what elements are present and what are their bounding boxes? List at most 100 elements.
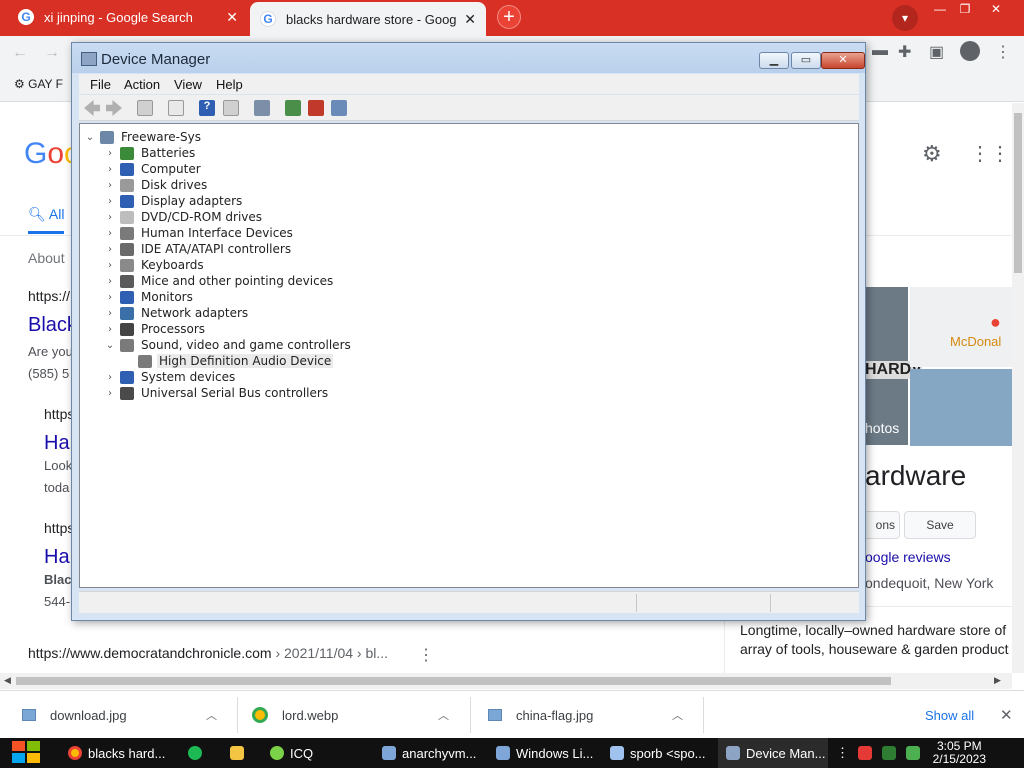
window-title-bar[interactable]: Device Manager ▁ ▭ ✕ <box>72 43 865 73</box>
uninstall-device-icon[interactable] <box>308 100 324 116</box>
save-button[interactable]: Save <box>904 511 976 539</box>
chevron-right-icon[interactable]: › <box>102 212 118 223</box>
settings-gear-icon[interactable]: ⚙ <box>922 141 942 167</box>
tree-category-item[interactable]: › Mice and other pointing devices <box>102 273 335 289</box>
map-thumbnail[interactable]: ● McDonal <box>910 287 1012 367</box>
taskbar-icq[interactable]: ICQ <box>262 738 362 768</box>
chevron-right-icon[interactable]: › <box>102 308 118 319</box>
result-url[interactable]: https:// <box>28 288 70 304</box>
help-icon[interactable]: ? <box>199 100 215 116</box>
flag-extension-icon[interactable]: ▬ <box>872 42 888 60</box>
tab-all[interactable]: 🔍︎ All <box>28 206 64 223</box>
chevron-up-icon[interactable]: ︿ <box>438 707 449 723</box>
browser-restore-button[interactable]: ❐ <box>951 0 979 18</box>
extensions-puzzle-icon[interactable]: ✚ <box>898 42 911 62</box>
tree-category-item[interactable]: › Processors <box>102 321 207 337</box>
chevron-right-icon[interactable]: › <box>102 260 118 271</box>
chevron-right-icon[interactable]: › <box>102 388 118 399</box>
action-pane-icon[interactable] <box>223 100 239 116</box>
tray-flag-icon[interactable] <box>858 738 878 768</box>
chevron-right-icon[interactable]: › <box>102 228 118 239</box>
tree-category-item[interactable]: › DVD/CD-ROM drives <box>102 209 264 225</box>
tree-category-item[interactable]: › Monitors <box>102 289 195 305</box>
forward-arrow-icon[interactable]: → <box>44 44 60 62</box>
tree-root[interactable]: ⌄ Freeware-Sys <box>82 129 203 145</box>
side-panel-icon[interactable]: ▣ <box>929 42 944 62</box>
tree-category-item[interactable]: › Batteries <box>102 145 197 161</box>
show-hide-console-tree-icon[interactable] <box>137 100 153 116</box>
back-arrow-icon[interactable] <box>84 100 100 116</box>
taskbar-chrome[interactable]: blacks hard... <box>60 738 170 768</box>
chevron-right-icon[interactable]: › <box>102 180 118 191</box>
properties-icon[interactable] <box>168 100 184 116</box>
chevron-up-icon[interactable]: ︿ <box>206 707 217 723</box>
browser-minimize-button[interactable]: — <box>926 0 954 18</box>
scroll-left-arrow-icon[interactable]: ◀ <box>4 675 11 686</box>
page-horizontal-scrollbar[interactable]: ◀ ▶ <box>0 673 1012 689</box>
bookmark-item[interactable]: ⚙ GAY F <box>14 77 63 91</box>
tab-blacks-hardware[interactable]: G blacks hardware store - Google ✕ <box>250 2 486 36</box>
tree-category-item[interactable]: › Disk drives <box>102 177 209 193</box>
new-tab-button[interactable]: + <box>497 5 521 29</box>
back-arrow-icon[interactable]: ← <box>12 44 28 62</box>
menu-file[interactable]: File <box>90 77 111 92</box>
browser-menu-icon[interactable]: ⋮ <box>995 42 1011 62</box>
tab-xi-jinping[interactable]: G xi jinping - Google Search ✕ <box>8 0 248 34</box>
result-url[interactable]: https <box>44 520 74 536</box>
system-clock[interactable]: 3:05 PM 2/15/2023 <box>933 740 986 766</box>
chevron-right-icon[interactable]: › <box>102 372 118 383</box>
chevron-down-icon[interactable]: ⌄ <box>82 132 98 143</box>
scrollbar-thumb[interactable] <box>16 677 891 685</box>
chevron-right-icon[interactable]: › <box>102 164 118 175</box>
google-reviews-link[interactable]: oogle reviews <box>865 549 951 565</box>
show-all-downloads-button[interactable]: Show all <box>925 691 974 739</box>
tree-category-item[interactable]: ⌄ Sound, video and game controllers <box>102 337 353 353</box>
tree-category-item[interactable]: › Display adapters <box>102 193 244 209</box>
taskbar-device-manager[interactable]: Device Man... <box>718 738 828 768</box>
taskbar-spotify[interactable] <box>180 738 210 768</box>
enable-device-icon[interactable] <box>331 100 347 116</box>
maximize-button[interactable]: ▭ <box>791 52 821 69</box>
update-driver-icon[interactable] <box>285 100 301 116</box>
result-url-bottom[interactable]: https://www.democratandchronicle.com › 2… <box>28 645 388 661</box>
tree-category-item[interactable]: › IDE ATA/ATAPI controllers <box>102 241 293 257</box>
result-title[interactable]: Ha <box>44 546 70 569</box>
chevron-right-icon[interactable]: › <box>102 196 118 207</box>
chevron-right-icon[interactable]: › <box>102 276 118 287</box>
windows-start-button[interactable] <box>12 741 42 765</box>
directions-button[interactable]: ons <box>862 511 900 539</box>
apps-grid-icon[interactable]: ⋮⋮ <box>970 141 1010 166</box>
chevron-up-icon[interactable]: ︿ <box>672 707 683 723</box>
minimize-button[interactable]: ▁ <box>759 52 789 69</box>
browser-close-button[interactable]: ✕ <box>982 0 1010 18</box>
street-photo[interactable] <box>910 369 1012 446</box>
result-more-icon[interactable]: ⋮ <box>418 645 434 665</box>
download-item[interactable]: china-flag.jpg ︿ <box>488 691 688 739</box>
store-photo[interactable]: HARDV hotos <box>865 287 922 445</box>
scrollbar-thumb[interactable] <box>1014 113 1022 273</box>
tab-close-icon[interactable]: ✕ <box>226 9 238 26</box>
taskbar-anarchyvm[interactable]: anarchyvm... <box>374 738 480 768</box>
tree-category-item[interactable]: › System devices <box>102 369 237 385</box>
tray-volume-icon[interactable] <box>906 738 926 768</box>
result-title[interactable]: Black <box>28 314 77 337</box>
taskbar-sporb[interactable]: sporb <spo... <box>602 738 710 768</box>
menu-help[interactable]: Help <box>216 77 243 92</box>
tree-category-item[interactable]: › Computer <box>102 161 203 177</box>
scroll-right-arrow-icon[interactable]: ▶ <box>994 675 1001 686</box>
tree-category-item[interactable]: › Keyboards <box>102 257 206 273</box>
tree-category-item[interactable]: › Network adapters <box>102 305 250 321</box>
download-item[interactable]: lord.webp ︿ <box>252 691 452 739</box>
tree-category-item[interactable]: › Human Interface Devices <box>102 225 295 241</box>
menu-view[interactable]: View <box>174 77 202 92</box>
download-item[interactable]: download.jpg ︿ <box>22 691 222 739</box>
taskbar-windows-live[interactable]: Windows Li... <box>488 738 594 768</box>
result-title[interactable]: Ha <box>44 432 70 455</box>
tab-search-chevron-icon[interactable]: ▾ <box>892 5 918 31</box>
tree-category-item[interactable]: › Universal Serial Bus controllers <box>102 385 330 401</box>
tab-close-icon[interactable]: ✕ <box>464 11 476 28</box>
chevron-right-icon[interactable]: › <box>102 148 118 159</box>
taskbar-file-explorer[interactable] <box>222 738 252 768</box>
tree-device-item[interactable]: High Definition Audio Device <box>120 353 334 369</box>
close-download-bar-icon[interactable]: ✕ <box>1000 691 1013 739</box>
